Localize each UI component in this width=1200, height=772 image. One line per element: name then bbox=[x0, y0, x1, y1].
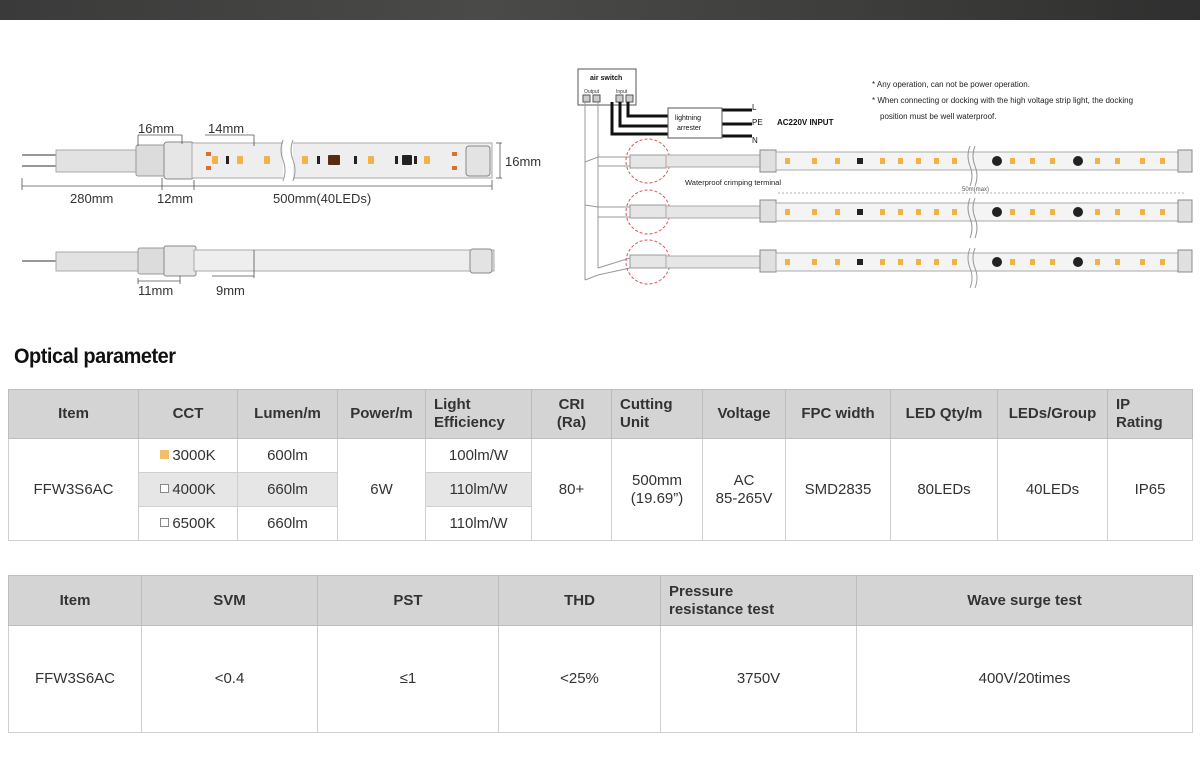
th-item: Item bbox=[8, 575, 142, 626]
cell-svm: <0.4 bbox=[141, 625, 318, 733]
table-row: FFW3S6AC <0.4 ≤1 <25% 3750V 400V/20times bbox=[8, 625, 1193, 733]
th-item: Item bbox=[8, 389, 139, 439]
th-thd: THD bbox=[498, 575, 661, 626]
voltage-line2: 85-265V bbox=[715, 489, 773, 507]
th-voltage: Voltage bbox=[702, 389, 786, 439]
cell-item: FFW3S6AC bbox=[8, 625, 142, 733]
arrester-label-2: arrester bbox=[677, 125, 702, 132]
table2-header-row: Item SVM PST THD Pressure resistance tes… bbox=[8, 575, 1193, 626]
cell-fpc: SMD2835 bbox=[785, 438, 891, 541]
max-length-label: 50m(max) bbox=[962, 187, 989, 193]
cell-cct: 3000K bbox=[138, 438, 238, 473]
cell-lumen: 600lm bbox=[237, 438, 338, 473]
air-switch-input-label: Input bbox=[616, 89, 628, 95]
th-pst: PST bbox=[317, 575, 499, 626]
dim-14mm: 14mm bbox=[208, 121, 244, 136]
line-PE: PE bbox=[752, 118, 763, 127]
cell-lumen: 660lm bbox=[237, 472, 338, 507]
th-ledqty: LED Qty/m bbox=[890, 389, 998, 439]
dim-12mm: 12mm bbox=[157, 191, 193, 206]
line-N: N bbox=[752, 136, 758, 145]
checkbox-square-icon bbox=[160, 484, 170, 494]
top-photo-strip bbox=[0, 0, 1200, 20]
optical-parameter-table: Item CCT Lumen/m Power/m Light Efficienc… bbox=[8, 389, 1193, 541]
wiring-diagram: air switch Output Input lightning arrest… bbox=[577, 68, 1193, 289]
th-cct: CCT bbox=[138, 389, 238, 439]
th-cri-line1: CRI bbox=[558, 396, 585, 413]
cell-efficiency: 100lm/W bbox=[425, 438, 532, 473]
th-pressure: Pressure resistance test bbox=[660, 575, 857, 626]
checkbox-square-icon bbox=[160, 518, 170, 528]
note-2: * When connecting or docking with the hi… bbox=[872, 96, 1133, 105]
cell-efficiency: 110lm/W bbox=[425, 506, 532, 541]
th-ledgroup: LEDs/Group bbox=[997, 389, 1108, 439]
th-pressure-line2: resistance test bbox=[669, 600, 775, 618]
cutting-line2: (19.69”) bbox=[630, 489, 684, 507]
air-switch-output-label: Output bbox=[584, 89, 600, 95]
cell-power: 6W bbox=[337, 438, 426, 541]
strip-top-view: 16mm 14mm 16mm 280mm 12mm 500mm(40LEDs) bbox=[21, 121, 541, 206]
th-surge: Wave surge test bbox=[856, 575, 1193, 626]
waterproof-terminal-label: Waterproof crimping terminal bbox=[685, 178, 781, 187]
line-L: L bbox=[752, 103, 757, 112]
cell-voltage: AC 85-265V bbox=[702, 438, 786, 541]
product-diagram: 16mm 14mm 16mm 280mm 12mm 500mm(40LEDs) … bbox=[21, 68, 1193, 298]
dim-9mm: 9mm bbox=[216, 283, 245, 298]
dim-11mm: 11mm bbox=[138, 283, 173, 298]
cell-ip: IP65 bbox=[1107, 438, 1193, 541]
cell-ledqty: 80LEDs bbox=[890, 438, 998, 541]
cct-value: 4000K bbox=[172, 480, 216, 498]
th-ip-line1: IP bbox=[1116, 396, 1131, 413]
dim-500mm: 500mm(40LEDs) bbox=[273, 191, 371, 206]
color-swatch-icon bbox=[160, 450, 170, 460]
dim-280mm: 280mm bbox=[70, 191, 113, 206]
th-efficiency: Light Efficiency bbox=[425, 389, 532, 439]
cutting-line1: 500mm bbox=[631, 471, 683, 489]
cell-lumen: 660lm bbox=[237, 506, 338, 541]
cell-item: FFW3S6AC bbox=[8, 438, 139, 541]
strip-side-view: 11mm 9mm bbox=[22, 245, 495, 298]
strip-row-2 bbox=[584, 189, 1193, 235]
cell-ledgroup: 40LEDs bbox=[997, 438, 1108, 541]
th-cutting-line2: Unit bbox=[620, 414, 650, 431]
th-cri: CRI (Ra) bbox=[531, 389, 612, 439]
test-parameter-table: Item SVM PST THD Pressure resistance tes… bbox=[8, 575, 1193, 733]
arrester-label-1: lightning bbox=[675, 115, 701, 122]
th-power: Power/m bbox=[337, 389, 426, 439]
cell-cutting: 500mm (19.69”) bbox=[611, 438, 703, 541]
dim-16mm-top: 16mm bbox=[138, 121, 174, 136]
th-ip-line2: Rating bbox=[1116, 414, 1163, 431]
th-fpc: FPC width bbox=[785, 389, 891, 439]
cell-pressure: 3750V bbox=[660, 625, 857, 733]
air-switch-label: air switch bbox=[590, 75, 622, 82]
note-1: * Any operation, can not be power operat… bbox=[872, 80, 1030, 89]
table1-header-row: Item CCT Lumen/m Power/m Light Efficienc… bbox=[8, 389, 1193, 439]
th-pressure-line1: Pressure bbox=[669, 582, 734, 600]
th-lumen: Lumen/m bbox=[237, 389, 338, 439]
cell-thd: <25% bbox=[498, 625, 661, 733]
table-row: FFW3S6AC 3000K 600lm 6W 100lm/W 80+ 500m… bbox=[8, 438, 1193, 541]
cct-value: 3000K bbox=[172, 446, 216, 464]
cell-pst: ≤1 bbox=[317, 625, 499, 733]
cell-efficiency: 110lm/W bbox=[425, 472, 532, 507]
th-efficiency-line1: Light bbox=[434, 396, 471, 413]
cell-surge: 400V/20times bbox=[856, 625, 1193, 733]
ac-input-label: AC220V INPUT bbox=[777, 118, 834, 127]
th-cri-line2: (Ra) bbox=[556, 414, 587, 431]
cell-cct: 6500K bbox=[138, 506, 238, 541]
voltage-line1: AC bbox=[733, 471, 755, 489]
note-3: position must be well waterproof. bbox=[880, 112, 997, 121]
th-cutting: Cutting Unit bbox=[611, 389, 703, 439]
strip-row-3 bbox=[584, 239, 1193, 285]
cct-value: 6500K bbox=[172, 514, 216, 532]
th-efficiency-line2: Efficiency bbox=[434, 414, 505, 431]
cell-cri: 80+ bbox=[531, 438, 612, 541]
th-cutting-line1: Cutting bbox=[620, 396, 673, 413]
section-title: Optical parameter bbox=[14, 345, 176, 368]
cell-cct: 4000K bbox=[138, 472, 238, 507]
strip-row-1 bbox=[584, 138, 1193, 184]
th-ip: IP Rating bbox=[1107, 389, 1193, 439]
th-svm: SVM bbox=[141, 575, 318, 626]
dim-16mm-right: 16mm bbox=[505, 154, 541, 169]
